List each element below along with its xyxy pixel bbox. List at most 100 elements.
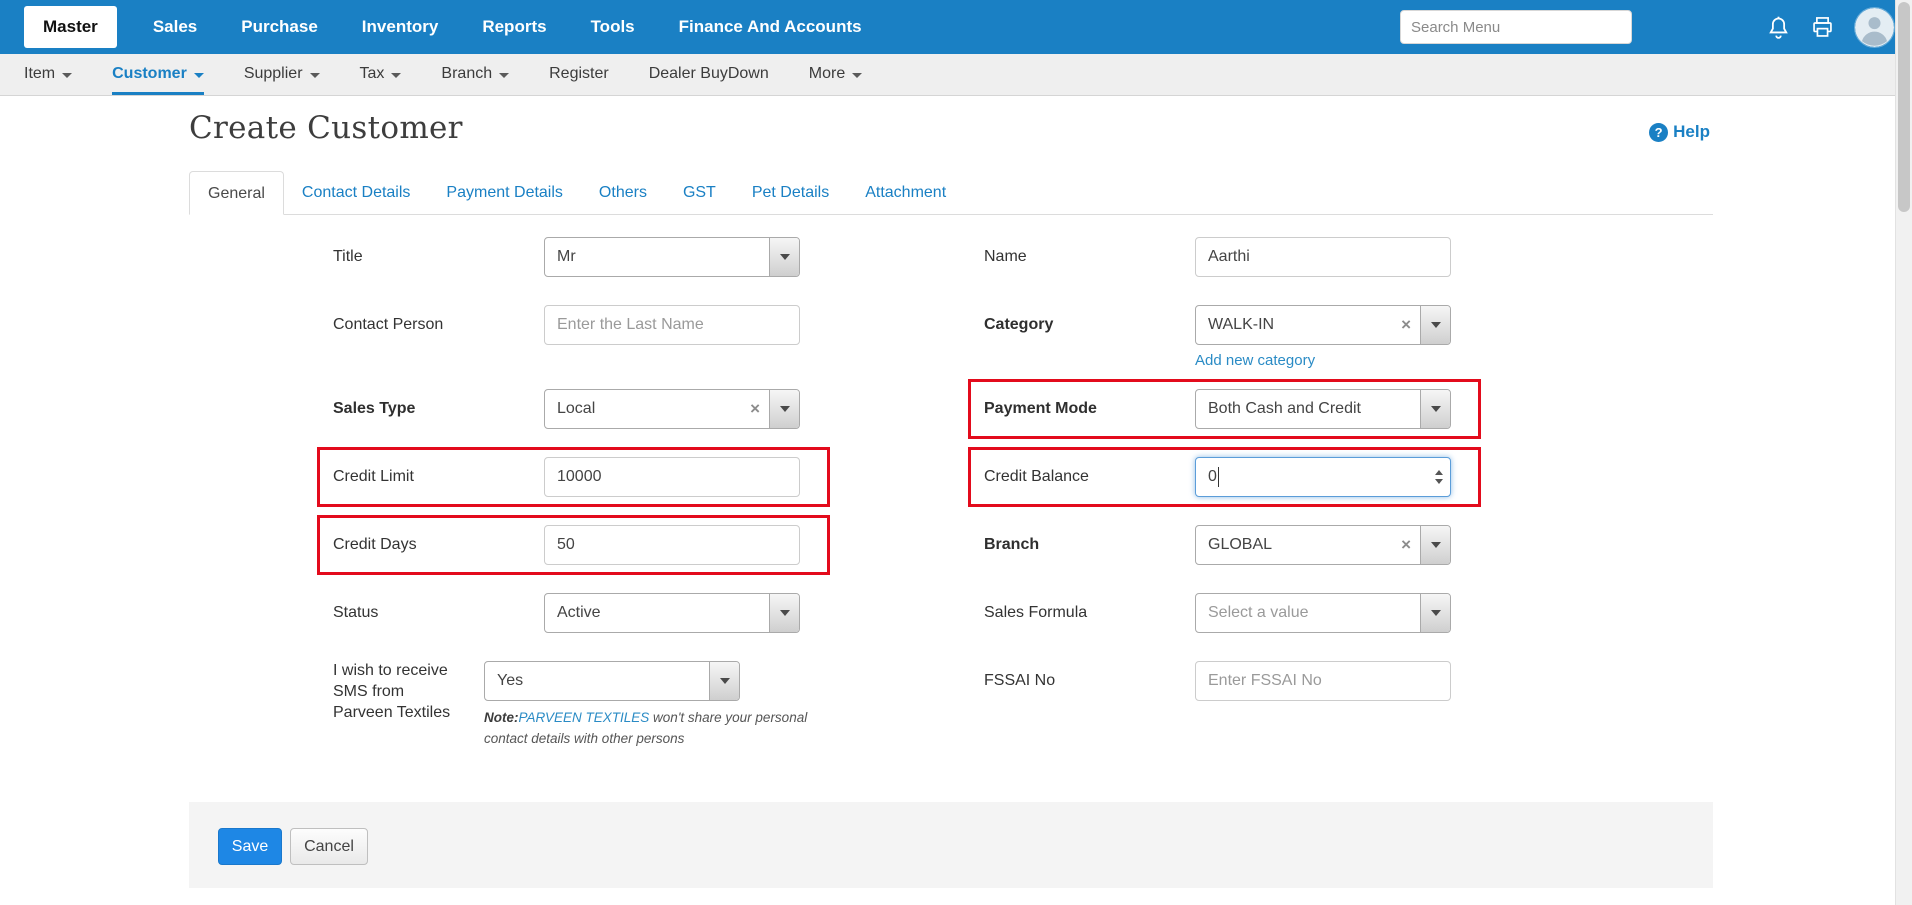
payment-mode-select-value: Both Cash and Credit <box>1196 400 1420 418</box>
branch-select-value: GLOBAL <box>1196 536 1392 554</box>
main-menu: Master Sales Purchase Inventory Reports … <box>0 6 862 48</box>
form-row-name: Name <box>984 223 1471 291</box>
credit-balance-value: 0 <box>1208 468 1217 486</box>
chevron-down-icon[interactable] <box>1420 390 1450 428</box>
fssai-input[interactable] <box>1195 661 1451 701</box>
subnav-item-dealer-buydown[interactable]: Dealer BuyDown <box>649 54 769 95</box>
subnav-label: Branch <box>441 65 492 83</box>
page-title: Create Customer <box>189 110 463 146</box>
receive-sms-select[interactable]: Yes <box>484 661 740 701</box>
subnav-label: Customer <box>112 65 187 83</box>
subnav-item-tax[interactable]: Tax <box>360 54 402 95</box>
help-link[interactable]: Help <box>1649 122 1710 142</box>
form-row-branch: Branch GLOBAL <box>984 511 1471 579</box>
name-input[interactable] <box>1195 237 1451 277</box>
tab-contact-details[interactable]: Contact Details <box>284 171 429 214</box>
credit-balance-input[interactable]: 0 <box>1195 457 1451 497</box>
credit-days-input[interactable] <box>544 525 800 565</box>
bell-icon[interactable] <box>1764 13 1792 41</box>
sales-formula-select[interactable]: Select a value <box>1195 593 1451 633</box>
subnav-label: More <box>809 65 845 83</box>
subnav-item-branch[interactable]: Branch <box>441 54 509 95</box>
clear-icon[interactable] <box>1392 315 1420 335</box>
tab-attachment[interactable]: Attachment <box>847 171 964 214</box>
menu-tools[interactable]: Tools <box>591 17 635 37</box>
subnav-item-item[interactable]: Item <box>24 54 72 95</box>
tab-pet-details[interactable]: Pet Details <box>734 171 847 214</box>
tab-gst[interactable]: GST <box>665 171 734 214</box>
menu-inventory[interactable]: Inventory <box>362 17 439 37</box>
number-spinner[interactable] <box>1435 458 1443 496</box>
menu-purchase[interactable]: Purchase <box>241 17 318 37</box>
save-button[interactable]: Save <box>218 828 282 865</box>
form-row-payment-mode: Payment Mode Both Cash and Credit <box>984 375 1471 443</box>
payment-mode-select[interactable]: Both Cash and Credit <box>1195 389 1451 429</box>
subnav-label: Register <box>549 65 609 83</box>
form-row-sales-type: Sales Type Local <box>333 375 820 443</box>
title-select[interactable]: Mr <box>544 237 800 277</box>
menu-finance-and-accounts[interactable]: Finance And Accounts <box>679 17 862 37</box>
cancel-button[interactable]: Cancel <box>290 828 368 865</box>
menu-reports[interactable]: Reports <box>482 17 546 37</box>
category-select[interactable]: WALK-IN <box>1195 305 1451 345</box>
title-select-value: Mr <box>545 248 769 266</box>
chevron-down-icon[interactable] <box>1420 526 1450 564</box>
contact-person-label: Contact Person <box>333 315 544 336</box>
subnav-label: Tax <box>360 65 385 83</box>
form-row-sales-formula: Sales Formula Select a value <box>984 579 1471 647</box>
form-row-fssai: FSSAI No <box>984 647 1471 715</box>
subnav-item-supplier[interactable]: Supplier <box>244 54 320 95</box>
chevron-down-icon[interactable] <box>1420 306 1450 344</box>
form-row-title: Title Mr <box>333 223 820 291</box>
chevron-down-icon[interactable] <box>769 390 799 428</box>
avatar[interactable] <box>1855 8 1894 47</box>
branch-select[interactable]: GLOBAL <box>1195 525 1451 565</box>
tab-payment-details[interactable]: Payment Details <box>428 171 581 214</box>
help-label: Help <box>1673 122 1710 142</box>
credit-limit-label: Credit Limit <box>333 467 544 488</box>
printer-icon[interactable] <box>1808 13 1836 41</box>
chevron-down-icon[interactable] <box>1420 594 1450 632</box>
scrollbar[interactable] <box>1895 0 1912 905</box>
category-label: Category <box>984 315 1195 336</box>
subnav-item-register[interactable]: Register <box>549 54 609 95</box>
form-row-credit-days: Credit Days <box>333 511 820 579</box>
receive-sms-label: I wish to receive SMS from Parveen Texti… <box>333 661 484 723</box>
sms-note-prefix: Note: <box>484 710 519 725</box>
search-input[interactable] <box>1400 10 1632 44</box>
clear-icon[interactable] <box>741 399 769 419</box>
tab-others[interactable]: Others <box>581 171 665 214</box>
name-label: Name <box>984 247 1195 268</box>
clear-icon[interactable] <box>1392 535 1420 555</box>
chevron-down-icon[interactable] <box>769 238 799 276</box>
tab-general[interactable]: General <box>189 171 284 215</box>
subnav-label: Item <box>24 65 55 83</box>
form-tabs: General Contact Details Payment Details … <box>189 171 1713 215</box>
sms-note-company-link: PARVEEN TEXTILES <box>519 710 650 725</box>
menu-sales[interactable]: Sales <box>153 17 197 37</box>
status-select[interactable]: Active <box>544 593 800 633</box>
form-column-right: Name Category WALK-IN Add new category P… <box>984 223 1471 715</box>
branch-label: Branch <box>984 535 1195 556</box>
sales-type-select[interactable]: Local <box>544 389 800 429</box>
status-select-value: Active <box>545 604 769 622</box>
chevron-down-icon <box>391 73 401 78</box>
chevron-down-icon[interactable] <box>769 594 799 632</box>
spinner-up-icon <box>1435 470 1443 475</box>
chevron-down-icon[interactable] <box>709 662 739 700</box>
title-label: Title <box>333 247 544 268</box>
status-label: Status <box>333 603 544 624</box>
scrollbar-thumb[interactable] <box>1898 2 1910 212</box>
chevron-down-icon <box>852 73 862 78</box>
sales-formula-placeholder: Select a value <box>1196 604 1420 622</box>
add-new-category-link[interactable]: Add new category <box>1195 352 1451 369</box>
subnav-item-more[interactable]: More <box>809 54 862 95</box>
contact-person-input[interactable] <box>544 305 800 345</box>
credit-days-label: Credit Days <box>333 535 544 556</box>
sales-formula-label: Sales Formula <box>984 603 1195 624</box>
form-row-contact-person: Contact Person <box>333 291 820 375</box>
credit-balance-label: Credit Balance <box>984 467 1195 488</box>
credit-limit-input[interactable] <box>544 457 800 497</box>
menu-master[interactable]: Master <box>24 6 117 48</box>
subnav-item-customer[interactable]: Customer <box>112 54 204 95</box>
